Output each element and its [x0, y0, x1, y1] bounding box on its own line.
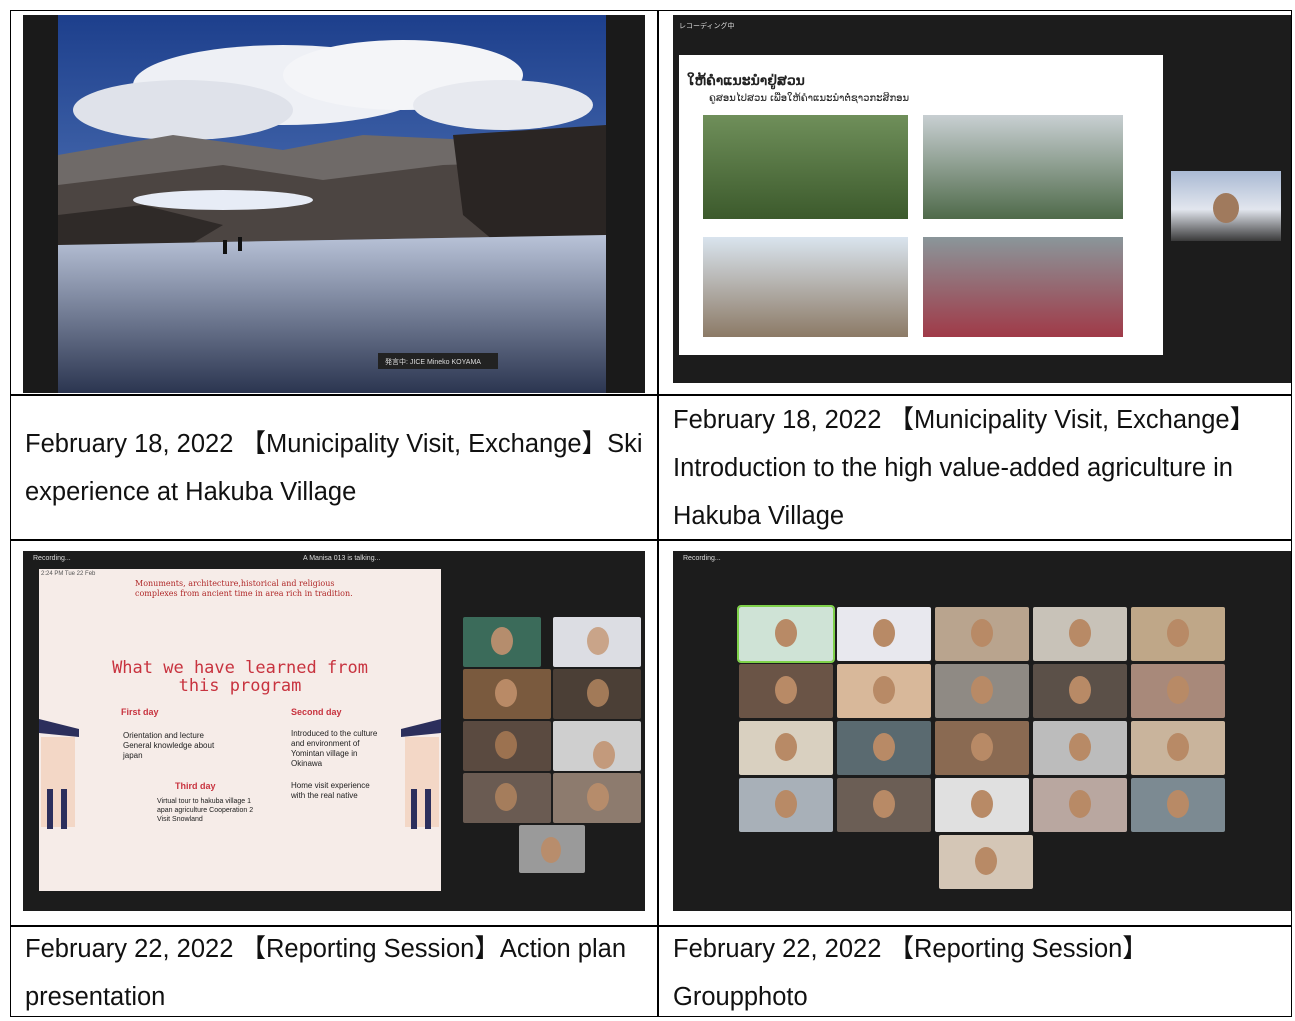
- slide-subtitle: ຄູສອນໄປສວນ ເພື່ອໃຫ້ຄຳແນະນຳຕໍ່ຊາວກະສິກອນ: [709, 93, 910, 104]
- participant-face: [873, 733, 895, 761]
- caption-2: February 18, 2022 【Municipality Visit, E…: [673, 405, 1256, 530]
- participant-video: [553, 617, 641, 667]
- third-day-heading: Third day: [175, 781, 216, 791]
- photo-table: 発言中: JICE Mineko KOYAMA レコーディング中 ໃຫ້ຄຳແນ…: [10, 10, 1292, 1017]
- participant-video: [1033, 664, 1127, 718]
- third-day-body: Virtual tour to hakuba village 1 apan ag…: [157, 798, 254, 823]
- participant-face: [1069, 676, 1091, 704]
- participant-video: [1033, 721, 1127, 775]
- slide-title: ໃຫ້ຄຳແນະນຳຢູ່ສວນ: [687, 73, 805, 89]
- participant-video: [553, 721, 641, 771]
- participant-face: [971, 790, 993, 818]
- greenhouse-photo: [923, 115, 1123, 219]
- participant-face: [873, 790, 895, 818]
- participant-video: [837, 778, 931, 832]
- clock-text: 2:24 PM Tue 22 Feb: [41, 571, 96, 577]
- participant-face: [1167, 676, 1189, 704]
- participant-face: [775, 676, 797, 704]
- group-photo-zoom-screenshot: Recording...: [673, 551, 1291, 911]
- participant-video: [739, 721, 833, 775]
- participant-face: [971, 733, 993, 761]
- participant-video: [739, 664, 833, 718]
- caption-3: February 22, 2022 【Reporting Session】Act…: [25, 934, 627, 1011]
- speaker-name-tag: 発言中: JICE Mineko KOYAMA: [385, 359, 481, 366]
- participant-video: [935, 664, 1029, 718]
- second-day-heading: Second day: [291, 707, 342, 717]
- participant-video: [939, 835, 1033, 889]
- participant-video: [463, 669, 551, 719]
- participant-video: [553, 669, 641, 719]
- participant-video: [1033, 778, 1127, 832]
- participant-face: [971, 676, 993, 704]
- participant-face: [775, 733, 797, 761]
- participant-video: [1171, 171, 1281, 241]
- participant-face: [1069, 619, 1091, 647]
- participant-video: [1131, 778, 1225, 832]
- participant-video: [837, 607, 931, 661]
- slide-bullet: Monuments, architecture,historical and r…: [135, 579, 353, 598]
- participant-face: [775, 790, 797, 818]
- first-day-body: Orientation and lecture General knowledg…: [123, 731, 215, 760]
- farm-photo: [703, 115, 908, 219]
- participant-video: [935, 778, 1029, 832]
- participant-face: [1167, 619, 1189, 647]
- participant-video: [837, 721, 931, 775]
- participant-video: [553, 773, 641, 823]
- action-plan-zoom-screenshot: Recording... A Manisa 013 is talking... …: [23, 551, 645, 911]
- caption-4: February 22, 2022 【Reporting Session】Gro…: [673, 934, 1148, 1011]
- participant-face: [971, 619, 993, 647]
- ski-photo: 発言中: JICE Mineko KOYAMA: [23, 15, 645, 393]
- participant-video: [463, 721, 551, 771]
- participant-face: [1213, 193, 1239, 223]
- participant-video: [519, 825, 585, 873]
- participant-video: [737, 605, 835, 663]
- caption-1: February 18, 2022 【Municipality Visit, E…: [25, 429, 643, 506]
- participant-face: [975, 847, 997, 875]
- participant-face: [873, 676, 895, 704]
- participant-video: [1131, 607, 1225, 661]
- participant-video: [1131, 721, 1225, 775]
- shared-slide: ໃຫ້ຄຳແນະນຳຢູ່ສວນ ຄູສອນໄປສວນ ເພື່ອໃຫ້ຄຳແນ…: [679, 55, 1163, 355]
- recording-indicator: Recording...: [683, 555, 721, 562]
- recording-indicator: レコーディング中: [679, 23, 735, 30]
- agriculture-zoom-screenshot: レコーディング中 ໃຫ້ຄຳແນະນຳຢູ່ສວນ ຄູສອນໄປສວນ ເພື…: [673, 15, 1291, 383]
- second-day-item: Home visit experience with the real nati…: [291, 781, 370, 800]
- flower-greenhouse-photo: [923, 237, 1123, 337]
- participant-video: [1033, 607, 1127, 661]
- participant-video: [1131, 664, 1225, 718]
- participant-face: [775, 619, 797, 647]
- second-day-item: Introduced to the culture and environmen…: [291, 729, 378, 768]
- participant-face: [1167, 733, 1189, 761]
- first-day-heading: First day: [121, 707, 159, 717]
- participant-video: [837, 664, 931, 718]
- participant-video: [739, 778, 833, 832]
- participant-face: [1069, 733, 1091, 761]
- orchard-photo: [703, 237, 908, 337]
- participant-video: [463, 617, 541, 667]
- participant-video: [935, 607, 1029, 661]
- participant-face: [873, 619, 895, 647]
- talking-indicator: A Manisa 013 is talking...: [303, 555, 381, 562]
- shared-slide: 2:24 PM Tue 22 Feb Monuments, architectu…: [39, 569, 441, 891]
- participant-face: [1167, 790, 1189, 818]
- participant-video: [463, 773, 551, 823]
- recording-indicator: Recording...: [33, 555, 71, 562]
- participant-face: [1069, 790, 1091, 818]
- participant-video: [935, 721, 1029, 775]
